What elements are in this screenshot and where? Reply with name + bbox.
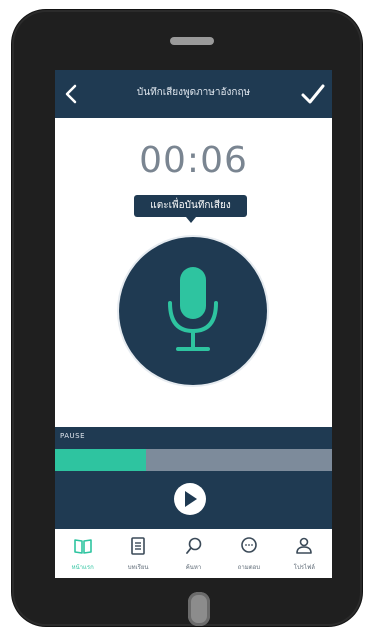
speaker-grille	[170, 37, 214, 45]
tab-label: ค้นหา	[185, 564, 202, 571]
book-icon	[73, 539, 92, 554]
check-icon[interactable]	[300, 82, 326, 106]
tab-label: ถามตอบ	[237, 564, 261, 571]
player-controls	[55, 471, 332, 529]
record-button[interactable]	[119, 237, 267, 385]
tab-home[interactable]: หน้าแรก	[55, 529, 110, 578]
status-label: PAUSE	[60, 432, 86, 440]
chat-bubble-icon	[241, 537, 257, 553]
document-icon	[131, 537, 145, 555]
chevron-left-icon[interactable]	[61, 82, 83, 106]
playback-progress-track[interactable]	[55, 449, 332, 471]
play-button[interactable]	[174, 483, 206, 515]
tab-label: โปรไฟล์	[293, 564, 315, 571]
playback-progress-fill	[55, 449, 147, 471]
record-hint-tooltip: แตะเพื่อบันทึกเสียง	[134, 195, 247, 223]
user-icon	[296, 537, 313, 554]
tab-chat[interactable]: ถามตอบ	[221, 529, 276, 578]
page-title: บันทึกเสียงพูดภาษาอังกฤษ	[136, 87, 251, 98]
home-button[interactable]	[188, 592, 210, 626]
tab-label: บทเรียน	[127, 564, 149, 571]
play-icon	[185, 491, 197, 507]
app-screen: บันทึกเสียงพูดภาษาอังกฤษ 00:06 แตะเพื่อบ…	[55, 70, 332, 578]
tab-profile[interactable]: โปรไฟล์	[277, 529, 332, 578]
status-bar: PAUSE	[55, 427, 332, 449]
top-bar: บันทึกเสียงพูดภาษาอังกฤษ	[55, 70, 332, 118]
recording-timer: 00:06	[139, 140, 248, 181]
tab-lessons[interactable]: บทเรียน	[110, 529, 165, 578]
microphone-icon	[168, 267, 218, 351]
tab-search[interactable]: ค้นหา	[166, 529, 221, 578]
tab-label: หน้าแรก	[71, 564, 94, 571]
bottom-tab-bar: หน้าแรก บทเรียน ค้นหา ถามตอบ โปรไฟล์	[55, 529, 332, 578]
search-icon	[185, 537, 201, 554]
